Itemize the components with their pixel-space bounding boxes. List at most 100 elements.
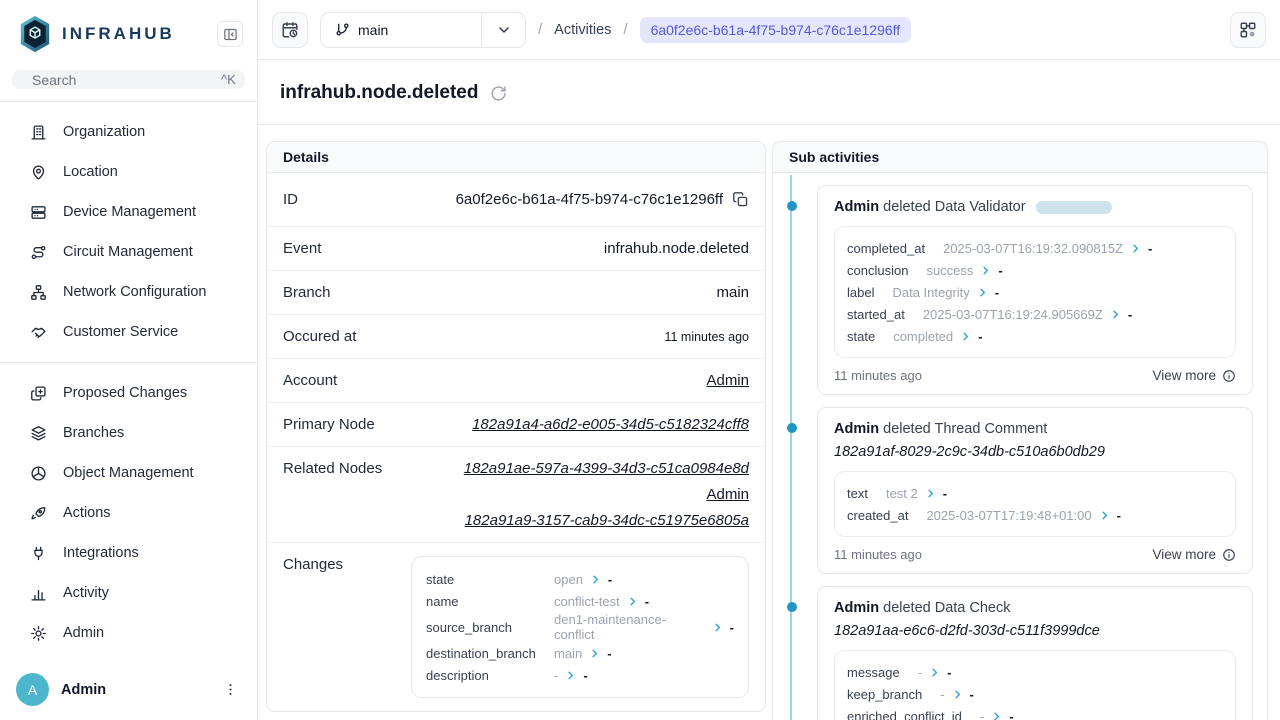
branch-selector[interactable]: main: [320, 12, 526, 48]
chevron-right-icon: [589, 648, 600, 659]
activity-action: deleted Thread Comment: [883, 421, 1047, 437]
change-key: destination_branch: [426, 646, 554, 661]
sidebar-item-device-management[interactable]: Device Management: [0, 192, 257, 232]
user-menu[interactable]: A Admin: [0, 663, 257, 720]
route-icon: [30, 244, 47, 261]
loading-skeleton: [1036, 201, 1112, 214]
sidebar-item-network-configuration[interactable]: Network Configuration: [0, 272, 257, 312]
panel-collapse-icon: [223, 27, 238, 42]
nav-secondary: Proposed Changes Branches Object Managem…: [0, 363, 257, 663]
copy-id-button[interactable]: [732, 191, 749, 208]
account-link[interactable]: Admin: [706, 372, 749, 389]
timeline-line: [790, 175, 792, 720]
prop-new-value: -: [995, 285, 999, 300]
sidebar-item-branches[interactable]: Branches: [0, 413, 257, 453]
change-new-value: -: [645, 594, 649, 609]
detail-label: ID: [283, 191, 298, 208]
sidebar-item-activity[interactable]: Activity: [0, 573, 257, 613]
activity-footer: 11 minutes ago View more: [834, 368, 1236, 383]
prop-old-value: Data Integrity: [892, 285, 969, 300]
prop-key: text: [847, 486, 868, 501]
prop-old-value: test 2: [886, 486, 918, 501]
activity-title: Admin deleted Data Check: [834, 600, 1236, 616]
sidebar-item-proposed-changes[interactable]: Proposed Changes: [0, 373, 257, 413]
sidebar-collapse-button[interactable]: [217, 21, 243, 47]
primary-node-link[interactable]: 182a91a4-a6d2-e005-34d5-c5182324cff8: [472, 416, 749, 433]
details-panel-header: Details: [267, 142, 765, 173]
view-more-button[interactable]: View more: [1152, 368, 1236, 383]
prop-new-value: -: [978, 329, 982, 344]
breadcrumb-current-id[interactable]: 6a0f2e6c-b61a-4f75-b974-c76c1e1296ff: [640, 17, 912, 43]
page-content: infrahub.node.deleted Details ID 6a0f2e6…: [258, 60, 1280, 720]
kebab-menu-icon[interactable]: [219, 679, 241, 701]
sidebar-item-organization[interactable]: Organization: [0, 112, 257, 152]
view-more-button[interactable]: View more: [1152, 547, 1236, 562]
rocket-icon: [30, 505, 47, 522]
search-shortcut: ^K: [221, 72, 236, 87]
activity-card: Admin deleted Data Check 182a91aa-e6c6-d…: [817, 586, 1253, 720]
sidebar-item-actions[interactable]: Actions: [0, 493, 257, 533]
diff-icon: [30, 385, 47, 402]
chevron-right-icon: [977, 287, 988, 298]
view-more-label: View more: [1152, 368, 1216, 383]
search-input-wrapper[interactable]: ^K: [12, 70, 245, 89]
change-new-value: -: [583, 668, 587, 683]
prop-row: started_at 2025-03-07T16:19:24.905669Z-: [847, 303, 1223, 325]
prop-old-value: -: [980, 709, 984, 720]
change-entry: description --: [426, 664, 734, 686]
chevron-right-icon: [929, 667, 940, 678]
sidebar-item-customer-service[interactable]: Customer Service: [0, 312, 257, 352]
prop-row: completed_at 2025-03-07T16:19:32.090815Z…: [847, 237, 1223, 259]
prop-old-value: -: [918, 665, 922, 680]
copy-icon: [732, 191, 749, 208]
sidebar-item-label: Customer Service: [63, 324, 178, 340]
sidebar-item-integrations[interactable]: Integrations: [0, 533, 257, 573]
timeline-dot: [787, 201, 797, 211]
refresh-button[interactable]: [490, 85, 507, 102]
avatar: A: [16, 673, 49, 706]
activity-actor: Admin: [834, 421, 879, 437]
sidebar-item-admin[interactable]: Admin: [0, 613, 257, 653]
related-node-link[interactable]: Admin: [706, 486, 749, 503]
activity-title: Admin deleted Data Validator: [834, 199, 1236, 215]
sidebar-item-object-management[interactable]: Object Management: [0, 453, 257, 493]
workflow-icon: [1239, 21, 1257, 39]
prop-new-value: -: [970, 687, 974, 702]
change-new-value: -: [730, 620, 734, 635]
prop-key: message: [847, 665, 900, 680]
change-new-value: -: [608, 572, 612, 587]
sidebar-item-label: Organization: [63, 124, 145, 140]
breadcrumb-activities[interactable]: Activities: [554, 22, 611, 38]
chevron-right-icon: [952, 689, 963, 700]
branch-dropdown-toggle[interactable]: [481, 13, 525, 47]
prop-row: enriched_conflict_id --: [847, 705, 1223, 720]
search-input[interactable]: [32, 72, 213, 88]
related-node-link[interactable]: 182a91a9-3157-cab9-34dc-c51975e6805a: [465, 512, 749, 529]
prop-new-value: -: [943, 486, 947, 501]
change-old-value: conflict-test: [554, 594, 620, 609]
change-new-value: -: [607, 646, 611, 661]
chevron-right-icon: [980, 265, 991, 276]
activity-subtitle: 182a91aa-e6c6-d2fd-303d-c511f3999dce: [834, 623, 1236, 639]
detail-row-branch: Branch main: [267, 271, 765, 315]
sidebar-item-location[interactable]: Location: [0, 152, 257, 192]
page-title: infrahub.node.deleted: [280, 82, 478, 104]
detail-row-related-nodes: Related Nodes 182a91ae-597a-4399-34d3-c5…: [267, 447, 765, 543]
prop-old-value: completed: [893, 329, 953, 344]
sidebar-item-circuit-management[interactable]: Circuit Management: [0, 232, 257, 272]
sidebar-item-label: Location: [63, 164, 118, 180]
view-more-label: View more: [1152, 547, 1216, 562]
related-node-link[interactable]: 182a91ae-597a-4399-34d3-c51ca0984e8d: [464, 460, 749, 477]
chevron-right-icon: [991, 711, 1002, 720]
schema-button[interactable]: [1230, 12, 1266, 48]
prop-key: conclusion: [847, 263, 908, 278]
app-root: INFRAHUB ^K Organization: [0, 0, 1280, 720]
detail-label: Branch: [283, 284, 331, 301]
time-travel-button[interactable]: [272, 12, 308, 48]
info-icon: [1222, 369, 1236, 383]
server-icon: [30, 204, 47, 221]
map-pin-icon: [30, 164, 47, 181]
main-area: main / Activities / 6a0f2e6c-b61a-4f75-b…: [258, 0, 1280, 720]
prop-old-value: 2025-03-07T16:19:24.905669Z: [923, 307, 1103, 322]
change-key: source_branch: [426, 620, 554, 635]
